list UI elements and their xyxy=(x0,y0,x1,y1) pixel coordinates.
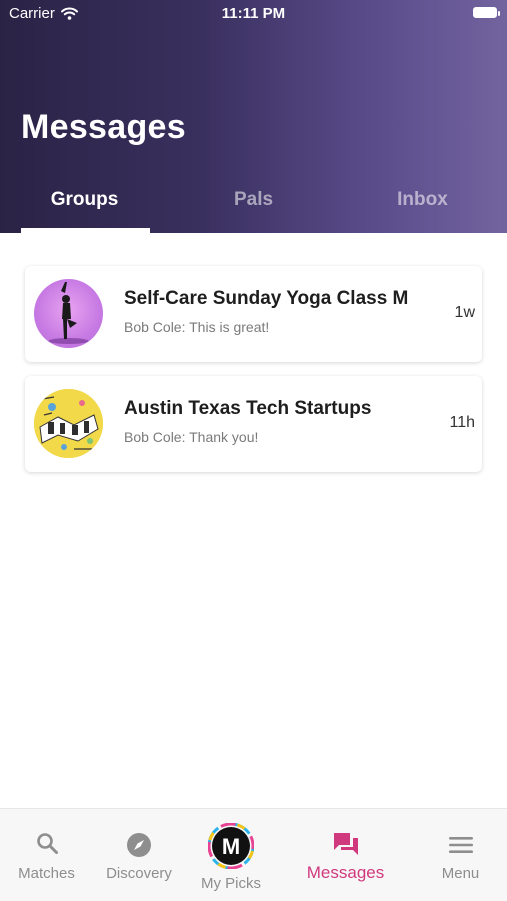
conversation-preview: Bob Cole: This is great! xyxy=(124,319,270,335)
conversation-title: Self-Care Sunday Yoga Class M xyxy=(124,288,409,309)
tab-inbox[interactable]: Inbox xyxy=(338,186,507,233)
conversation-item[interactable]: Self-Care Sunday Yoga Class M Bob Cole: … xyxy=(25,266,482,362)
group-avatar xyxy=(34,279,103,348)
battery-icon xyxy=(473,7,500,18)
search-icon xyxy=(36,833,58,854)
tech-illustration-icon xyxy=(34,389,103,458)
group-avatar xyxy=(34,389,103,458)
conversation-preview: Bob Cole: Thank you! xyxy=(124,429,259,445)
active-tab-indicator xyxy=(21,228,150,233)
m-logo-icon: M xyxy=(208,823,254,869)
hamburger-icon xyxy=(448,837,473,853)
conversation-list: Self-Care Sunday Yoga Class M Bob Cole: … xyxy=(25,266,482,486)
bottom-tab-bar: Matches Discovery M My Picks Messages Me… xyxy=(0,808,507,901)
tabbar-label: Menu xyxy=(441,865,480,882)
tabbar-item-matches[interactable]: Matches xyxy=(0,809,93,901)
conversation-title: Austin Texas Tech Startups xyxy=(124,398,372,419)
tabbar-item-discovery[interactable]: Discovery xyxy=(93,809,185,901)
conversation-time: 1w xyxy=(454,304,475,321)
tabbar-label: Matches xyxy=(18,865,75,882)
header: Carrier 11:11 PM Messages Groups Pals In… xyxy=(0,0,507,233)
tab-pals[interactable]: Pals xyxy=(169,186,338,233)
tabbar-label: Messages xyxy=(306,863,385,882)
tabbar-item-menu[interactable]: Menu xyxy=(414,809,507,901)
compass-icon xyxy=(127,833,151,857)
svg-text:M: M xyxy=(222,834,240,859)
status-time: 11:11 PM xyxy=(221,5,286,22)
chat-bubbles-icon xyxy=(333,833,358,855)
page-title: Messages xyxy=(21,108,186,146)
tabbar-item-messages[interactable]: Messages xyxy=(277,809,414,901)
conversation-item[interactable]: Austin Texas Tech Startups Bob Cole: Tha… xyxy=(25,376,482,472)
tab-groups[interactable]: Groups xyxy=(0,186,169,233)
status-bar: Carrier 11:11 PM xyxy=(0,0,507,28)
tabbar-label: My Picks xyxy=(201,875,261,892)
tabbar-item-my-picks[interactable]: M My Picks xyxy=(185,809,277,901)
tabbar-label: Discovery xyxy=(106,865,172,882)
conversation-time: 11h xyxy=(449,414,475,431)
yoga-pose-icon xyxy=(48,282,89,344)
segment-tabs: Groups Pals Inbox xyxy=(0,186,507,233)
